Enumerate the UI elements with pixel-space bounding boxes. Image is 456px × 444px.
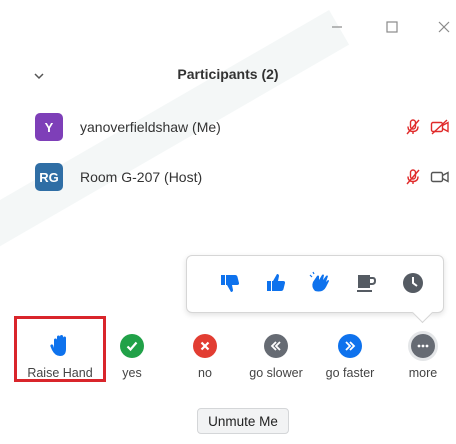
clock-icon (403, 273, 423, 293)
button-label: yes (122, 366, 142, 380)
maximize-icon (386, 21, 398, 33)
x-icon (193, 334, 217, 358)
yes-button[interactable]: yes (112, 322, 152, 382)
double-chevron-right-icon (338, 334, 362, 358)
button-label: go faster (325, 366, 375, 380)
double-chevron-left-icon (264, 334, 288, 358)
reactions-popup (186, 255, 444, 324)
more-dots-icon (411, 334, 435, 358)
participant-name: yanoverfieldshaw (Me) (80, 119, 221, 135)
button-label: Raise Hand (27, 366, 93, 380)
thumbs-up-icon (267, 274, 286, 291)
clock-button[interactable] (400, 270, 426, 296)
panel-title: Participants (2) (177, 66, 279, 82)
unmute-button[interactable]: Unmute Me (197, 408, 289, 434)
avatar-initials: Y (44, 119, 54, 135)
avatar: Y (35, 113, 63, 141)
clap-button[interactable] (308, 270, 334, 296)
mic-muted-icon[interactable] (404, 118, 422, 136)
popup-pointer (411, 301, 434, 324)
go-slower-button[interactable]: go slower (243, 322, 309, 382)
thumbs-up-button[interactable] (263, 270, 289, 296)
check-icon (120, 334, 144, 358)
no-button[interactable]: no (185, 322, 225, 382)
close-icon (438, 21, 450, 33)
minimize-icon (332, 26, 342, 28)
button-label: go slower (249, 366, 303, 380)
participants-header: Participants (2) (0, 60, 456, 90)
coffee-button[interactable] (353, 270, 379, 296)
go-faster-button[interactable]: go faster (318, 322, 382, 382)
clap-icon (309, 271, 329, 292)
close-button[interactable] (424, 14, 456, 40)
mic-muted-icon[interactable] (404, 168, 422, 186)
raised-hand-icon (48, 334, 72, 358)
thumbs-down-button[interactable] (217, 270, 243, 296)
participant-name: Room G-207 (Host) (80, 169, 203, 185)
more-button[interactable]: more (400, 322, 446, 382)
video-off-icon[interactable] (430, 118, 450, 136)
thumbs-down-icon (221, 275, 240, 292)
raise-hand-button[interactable]: Raise Hand (14, 322, 106, 382)
coffee-icon (357, 275, 377, 292)
minimize-button[interactable] (317, 14, 357, 40)
button-label: no (198, 366, 212, 380)
avatar: RG (35, 163, 63, 191)
maximize-button[interactable] (372, 14, 412, 40)
button-label: more (408, 366, 438, 380)
video-icon[interactable] (430, 168, 450, 186)
participant-row[interactable]: RG Room G-207 (Host) (0, 158, 456, 198)
avatar-initials: RG (39, 169, 59, 185)
participant-row[interactable]: Y yanoverfieldshaw (Me) (0, 108, 456, 148)
